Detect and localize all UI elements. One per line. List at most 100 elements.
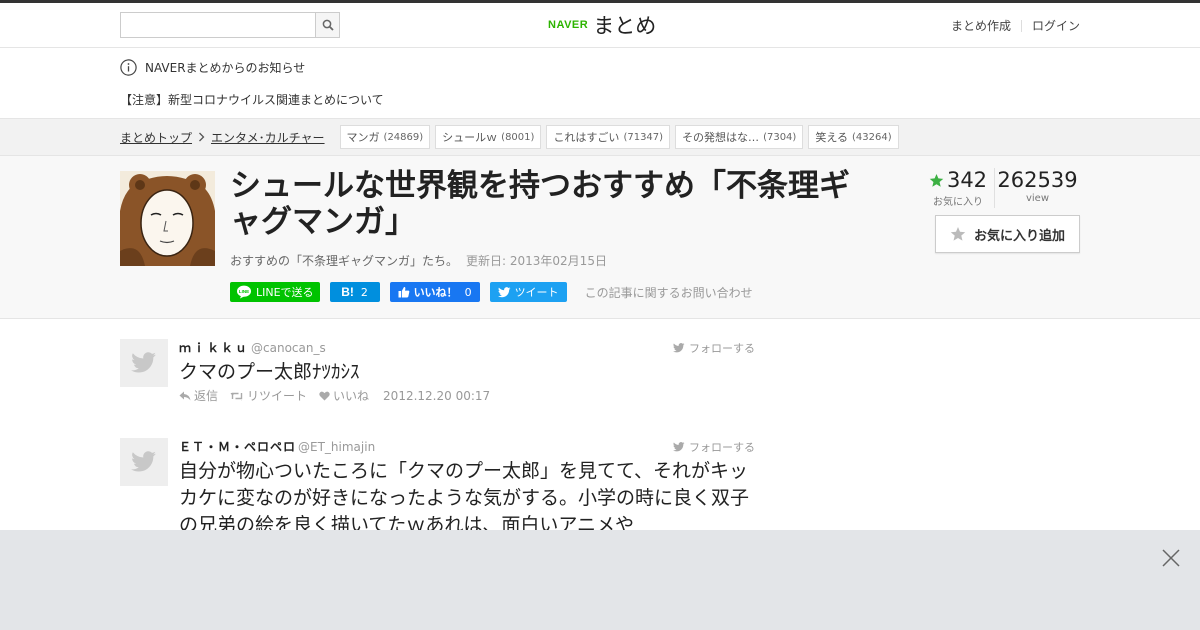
article-header: シュールな世界観を持つおすすめ「不条理ギャグマンガ」 おすすめの「不条理ギャグマ… xyxy=(0,156,1200,319)
line-icon: LINE xyxy=(237,285,251,299)
tweet-text: クマのプー太郎ﾅﾂｶｼｽ xyxy=(179,361,360,383)
search-button[interactable] xyxy=(315,13,339,37)
tweet-item: ＥＴ・Ｍ・ペロペロ @ET_himajin フォローする 自分が物心ついたころに「… xyxy=(120,438,755,530)
favorites-label: お気に入り xyxy=(933,197,983,208)
article-inquiry-link[interactable]: この記事に関するお問い合わせ xyxy=(585,284,753,301)
like-label: いいね xyxy=(333,389,370,403)
follow-button[interactable]: フォローする xyxy=(673,439,755,455)
star-icon xyxy=(929,173,944,187)
tweet-item: ｍｉｋｋｕ @canocan_s フォローする クマのプー太郎ﾅﾂｶｼｽ 返信 リ… xyxy=(120,339,755,409)
tag-label: 笑える xyxy=(815,131,848,144)
star-outline-icon xyxy=(950,227,966,241)
reply-button[interactable]: 返信 xyxy=(179,387,218,404)
info-icon xyxy=(120,58,137,76)
tweet-author-name[interactable]: ＥＴ・Ｍ・ペロペロ xyxy=(179,440,296,454)
tweet-author: ＥＴ・Ｍ・ペロペロ @ET_himajin xyxy=(179,438,375,455)
logo-matome-text: まとめ xyxy=(593,14,657,38)
retweet-icon xyxy=(230,392,243,401)
svg-text:LINE: LINE xyxy=(239,289,249,294)
notice-header: NAVERまとめからのお知らせ xyxy=(120,58,1080,76)
close-icon[interactable] xyxy=(1162,549,1180,567)
breadcrumb-bar: まとめトップ エンタメ･カルチャー マンガ (24869) シュールｗ (8001)… xyxy=(0,118,1200,156)
article-updated: 更新日: 2013年02月15日 xyxy=(466,254,607,268)
add-favorite-label: お気に入り追加 xyxy=(973,228,1065,244)
hatena-count: 2 xyxy=(360,285,368,299)
header-nav: まとめ作成 ログイン xyxy=(951,17,1080,34)
twitter-bird-icon xyxy=(131,451,156,472)
site-header: NAVER まとめ まとめ作成 ログイン xyxy=(0,3,1200,48)
favorites-stat: 342 お気に入り xyxy=(922,168,994,208)
line-share-label: LINEで送る xyxy=(256,286,314,299)
tag-amazing[interactable]: これはすごい (71347) xyxy=(546,125,671,149)
chevron-right-icon xyxy=(198,132,205,142)
retweet-label: リツイート xyxy=(247,389,308,403)
tweet-author-name[interactable]: ｍｉｋｋｕ xyxy=(179,341,249,355)
twitter-bird-icon xyxy=(673,442,685,452)
login-link[interactable]: ログイン xyxy=(1032,17,1080,34)
tweet-avatar[interactable] xyxy=(120,438,168,486)
search-input[interactable] xyxy=(121,13,315,37)
search-box xyxy=(120,12,340,38)
tweet-text: 自分が物心ついたころに「クマのプー太郎」を見てて、それがキッカケに変なのが好きに… xyxy=(179,460,750,530)
notice-section: NAVERまとめからのお知らせ 【注意】新型コロナウイルス関連まとめについて xyxy=(120,58,1080,107)
add-favorite-button[interactable]: お気に入り追加 xyxy=(935,215,1080,253)
share-buttons: LINE LINEで送る B! 2 いいね！ 0 ツイート この記事に関するお問… xyxy=(230,282,753,302)
naver-matome-logo[interactable]: NAVER まとめ xyxy=(548,11,656,39)
views-count: 262539 xyxy=(997,168,1078,192)
retweet-button[interactable]: リツイート xyxy=(230,387,307,404)
notice-title: NAVERまとめからのお知らせ xyxy=(145,60,306,75)
article-title: シュールな世界観を持つおすすめ「不条理ギャグマンガ」 xyxy=(230,168,850,240)
tweet-avatar[interactable] xyxy=(120,339,168,387)
breadcrumb: まとめトップ エンタメ･カルチャー マンガ (24869) シュールｗ (8001)… xyxy=(120,125,899,149)
hatena-bookmark-button[interactable]: B! 2 xyxy=(329,282,380,302)
breadcrumb-top[interactable]: まとめトップ xyxy=(120,129,192,146)
tag-idea[interactable]: その発想はな… (7304) xyxy=(675,125,804,149)
tweet-label: ツイート xyxy=(514,286,559,299)
tweet-author-handle[interactable]: @canocan_s xyxy=(251,341,326,355)
tweet-author-handle[interactable]: @ET_himajin xyxy=(298,440,375,454)
tag-list: マンガ (24869) シュールｗ (8001) これはすごい (71347) その発… xyxy=(339,125,899,149)
reply-icon xyxy=(179,391,191,400)
tag-funny[interactable]: 笑える (43264) xyxy=(808,125,899,149)
tag-manga[interactable]: マンガ (24869) xyxy=(339,125,431,149)
tag-count: (43264) xyxy=(852,131,892,143)
header-divider xyxy=(1020,19,1022,32)
like-button[interactable]: いいね xyxy=(319,387,369,404)
heart-icon xyxy=(319,391,330,400)
tweet-author: ｍｉｋｋｕ @canocan_s xyxy=(179,339,326,356)
like-label: いいね！ xyxy=(413,286,458,299)
follow-label: フォローする xyxy=(689,441,755,454)
notice-link[interactable]: 【注意】新型コロナウイルス関連まとめについて xyxy=(120,91,384,108)
twitter-bird-icon xyxy=(131,352,156,373)
tweet-timestamp[interactable]: 2012.12.20 00:17 xyxy=(383,389,490,403)
logo-naver-text: NAVER xyxy=(548,19,589,31)
tag-count: (71347) xyxy=(623,131,664,143)
search-icon xyxy=(322,19,334,31)
create-matome-link[interactable]: まとめ作成 xyxy=(951,17,1011,34)
article-subline: おすすめの「不条理ギャグマンガ」たち。 更新日: 2013年02月15日 xyxy=(230,252,607,269)
tag-surreal[interactable]: シュールｗ (8001) xyxy=(435,125,542,149)
bear-character-image xyxy=(120,171,215,266)
article-description: おすすめの「不条理ギャグマンガ」たち。 xyxy=(230,254,459,268)
reply-label: 返信 xyxy=(194,389,219,403)
like-count: 0 xyxy=(464,285,472,299)
article-thumbnail[interactable] xyxy=(120,171,215,266)
favorites-count: 342 xyxy=(946,168,988,192)
breadcrumb-category[interactable]: エンタメ･カルチャー xyxy=(211,129,325,146)
follow-label: フォローする xyxy=(689,342,755,355)
line-share-button[interactable]: LINE LINEで送る xyxy=(230,282,320,302)
tweet-actions: 返信 リツイート いいね 2012.12.20 00:17 xyxy=(179,387,490,404)
tag-label: その発想はな… xyxy=(682,131,760,144)
facebook-like-button[interactable]: いいね！ 0 xyxy=(389,282,480,302)
tweet-button[interactable]: ツイート xyxy=(489,282,567,302)
follow-button[interactable]: フォローする xyxy=(673,340,755,356)
views-label: view xyxy=(1025,193,1050,204)
tag-label: これはすごい xyxy=(553,131,620,144)
tag-count: (24869) xyxy=(383,131,424,143)
ad-banner xyxy=(0,530,1200,630)
tag-label: マンガ xyxy=(346,131,380,144)
thumbs-up-icon xyxy=(398,286,409,298)
twitter-bird-icon xyxy=(497,286,511,297)
tag-count: (8001) xyxy=(501,131,535,143)
tag-count: (7304) xyxy=(763,131,797,143)
